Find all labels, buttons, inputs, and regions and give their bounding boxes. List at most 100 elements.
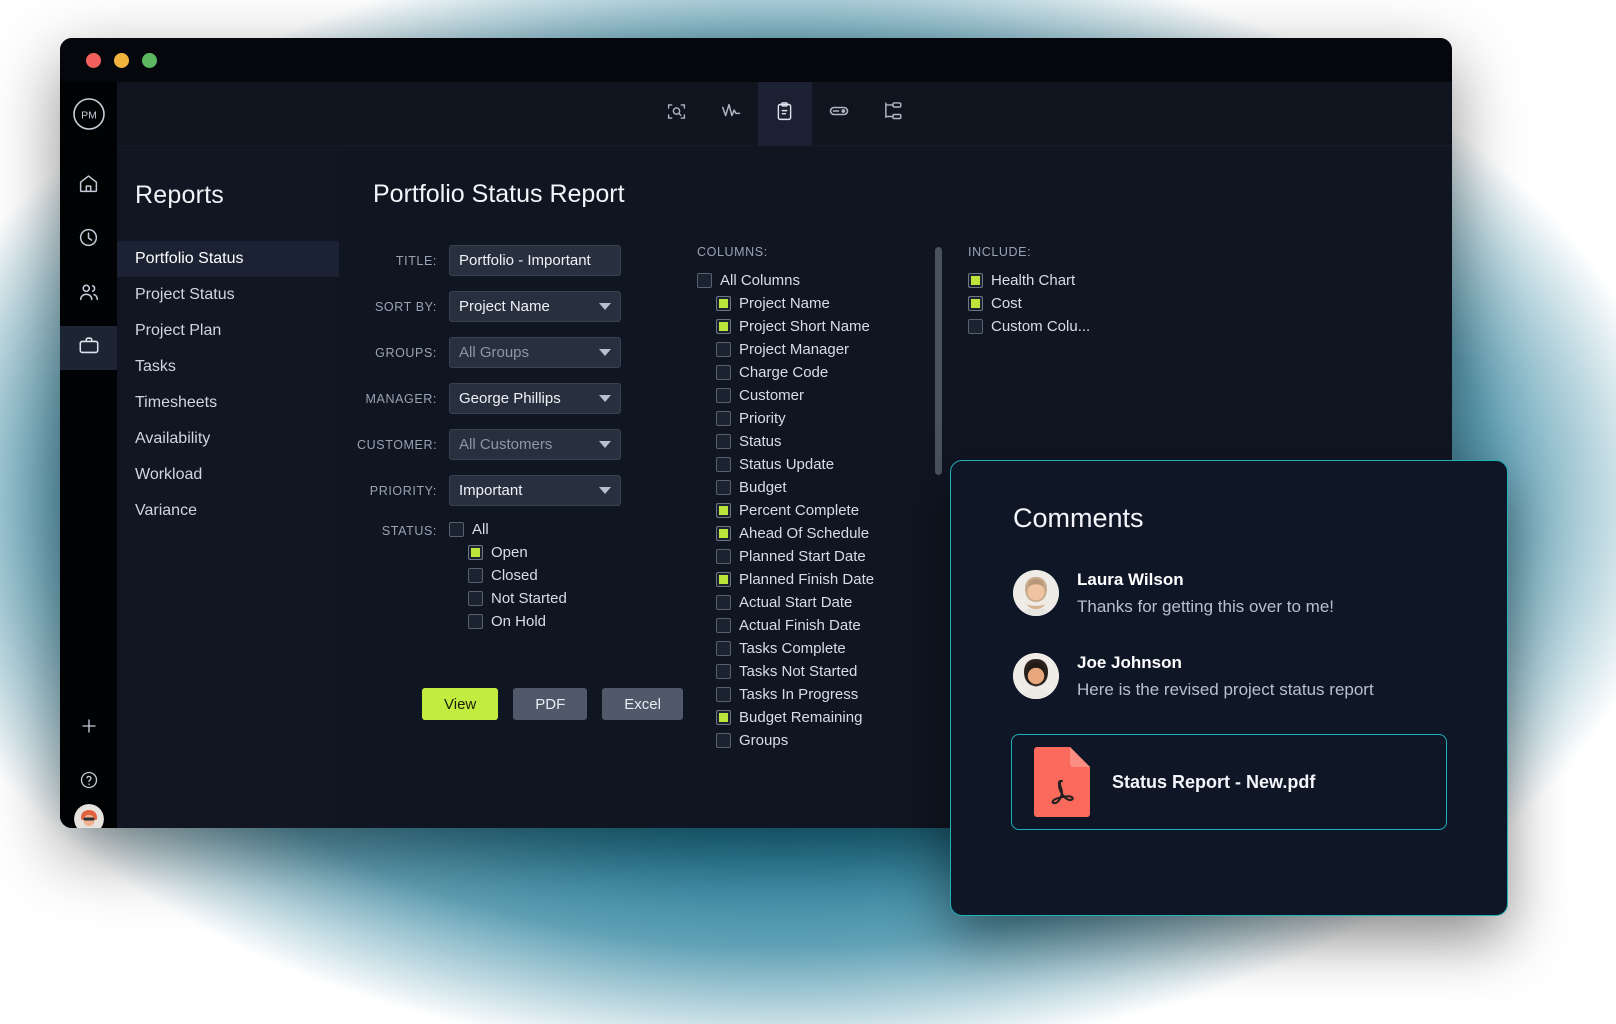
help-button[interactable] [60, 760, 117, 804]
avatar[interactable] [73, 804, 104, 828]
column-checkbox-status-update[interactable]: Status Update [716, 456, 899, 473]
field-customer-label: CUSTOMER: [357, 437, 438, 452]
minimize-window-button[interactable] [114, 52, 129, 68]
column-label: Project Manager [739, 341, 850, 358]
groups-select[interactable]: All Groups [449, 337, 621, 368]
reports-pane: Reports Portfolio Status Project Status … [117, 146, 339, 828]
toolbar-reports-button[interactable] [757, 81, 812, 146]
column-checkbox-all-columns[interactable]: All Columns [697, 272, 899, 289]
column-label: Tasks Complete [739, 640, 846, 657]
avatar[interactable] [1013, 653, 1059, 699]
checkbox-icon [716, 687, 731, 702]
checkbox-icon [716, 641, 731, 656]
customer-select[interactable]: All Customers [449, 429, 621, 460]
status-checkbox-open[interactable]: Open [468, 544, 567, 561]
sidebar-item-time[interactable] [60, 218, 117, 262]
field-groups-row: GROUPS: All Groups [357, 337, 639, 368]
checkbox-checked-icon [716, 710, 731, 725]
column-label: Status [739, 433, 782, 450]
column-checkbox-priority[interactable]: Priority [716, 410, 899, 427]
column-checkbox-charge-code[interactable]: Charge Code [716, 364, 899, 381]
report-item-project-plan[interactable]: Project Plan [117, 313, 339, 349]
column-checkbox-tasks-not-started[interactable]: Tasks Not Started [716, 663, 899, 680]
column-checkbox-percent-complete[interactable]: Percent Complete [716, 502, 899, 519]
column-checkbox-actual-start-date[interactable]: Actual Start Date [716, 594, 899, 611]
include-checkbox-cost[interactable]: Cost [968, 295, 1090, 312]
priority-select[interactable]: Important [449, 475, 621, 506]
attachment-card[interactable]: Status Report - New.pdf [1011, 734, 1447, 830]
column-label: Groups [739, 732, 789, 749]
chevron-down-icon [599, 395, 611, 402]
column-checkbox-budget-remaining[interactable]: Budget Remaining [716, 709, 899, 726]
field-title-row: TITLE: Portfolio - Important [357, 245, 639, 276]
maximize-window-button[interactable] [142, 52, 157, 68]
toolbar-scan-button[interactable] [650, 82, 704, 146]
activity-chart-icon [720, 100, 742, 127]
column-checkbox-project-short-name[interactable]: Project Short Name [716, 318, 899, 335]
report-item-timesheets[interactable]: Timesheets [117, 385, 339, 421]
column-label: Planned Finish Date [739, 571, 875, 588]
clock-icon [78, 227, 99, 253]
column-checkbox-project-name[interactable]: Project Name [716, 295, 899, 312]
column-checkbox-project-manager[interactable]: Project Manager [716, 341, 899, 358]
sortby-select[interactable]: Project Name [449, 291, 621, 322]
manager-select[interactable]: George Phillips [449, 383, 621, 414]
checkbox-icon [697, 273, 712, 288]
toolbar-toggle-button[interactable] [812, 82, 866, 146]
field-priority-row: PRIORITY: Important [357, 475, 639, 506]
column-label: Percent Complete [739, 502, 860, 519]
status-checkbox-not-started[interactable]: Not Started [468, 590, 567, 607]
close-window-button[interactable] [86, 52, 101, 68]
toolbar-hierarchy-button[interactable] [866, 82, 920, 146]
column-checkbox-ahead-of-schedule[interactable]: Ahead Of Schedule [716, 525, 899, 542]
sidebar-item-portfolio[interactable] [60, 326, 117, 370]
toolbar-activity-button[interactable] [704, 82, 758, 146]
report-item-variance[interactable]: Variance [117, 493, 339, 529]
comment-item: Laura Wilson Thanks for getting this ove… [951, 534, 1507, 617]
column-checkbox-planned-start-date[interactable]: Planned Start Date [716, 548, 899, 565]
include-checkbox-custom-columns[interactable]: Custom Colu... [968, 318, 1090, 335]
checkbox-checked-icon [968, 296, 983, 311]
title-input[interactable]: Portfolio - Important [449, 245, 621, 276]
column-checkbox-groups[interactable]: Groups [716, 732, 899, 749]
include-checkbox-health-chart[interactable]: Health Chart [968, 272, 1090, 289]
app-logo[interactable]: PM [60, 82, 117, 146]
status-checkbox-closed[interactable]: Closed [468, 567, 567, 584]
comment-author: Joe Johnson [1077, 653, 1182, 672]
checkbox-icon [716, 549, 731, 564]
sidebar-item-home[interactable] [60, 164, 117, 208]
column-checkbox-planned-finish-date[interactable]: Planned Finish Date [716, 571, 899, 588]
status-label-not-started: Not Started [491, 590, 567, 607]
columns-scrollbar[interactable] [935, 247, 942, 475]
column-checkbox-status[interactable]: Status [716, 433, 899, 450]
report-item-workload[interactable]: Workload [117, 457, 339, 493]
field-priority-label: PRIORITY: [369, 483, 437, 498]
status-checkbox-all[interactable]: All [449, 521, 567, 538]
pdf-button[interactable]: PDF [513, 688, 588, 720]
report-item-tasks[interactable]: Tasks [117, 349, 339, 385]
column-label: Status Update [739, 456, 835, 473]
comment-text: Thanks for getting this over to me! [1077, 597, 1335, 616]
report-item-portfolio-status[interactable]: Portfolio Status [117, 241, 339, 277]
column-label: Tasks Not Started [739, 663, 858, 680]
include-label: INCLUDE: [968, 245, 1032, 259]
avatar[interactable] [1013, 570, 1059, 616]
column-checkbox-budget[interactable]: Budget [716, 479, 899, 496]
column-checkbox-tasks-complete[interactable]: Tasks Complete [716, 640, 899, 657]
report-item-project-status[interactable]: Project Status [117, 277, 339, 313]
scrollbar-thumb[interactable] [935, 247, 942, 475]
status-label-on-hold: On Hold [491, 613, 547, 630]
columns-list: All Columns Project Name Project Short N… [697, 272, 899, 749]
status-checkbox-on-hold[interactable]: On Hold [468, 613, 567, 630]
column-checkbox-tasks-in-progress[interactable]: Tasks In Progress [716, 686, 899, 703]
column-checkbox-actual-finish-date[interactable]: Actual Finish Date [716, 617, 899, 634]
view-button[interactable]: View [422, 688, 499, 720]
sidebar-item-team[interactable] [60, 272, 117, 316]
clipboard-report-icon [774, 101, 795, 127]
add-button[interactable] [60, 706, 117, 750]
column-checkbox-customer[interactable]: Customer [716, 387, 899, 404]
window-titlebar [60, 38, 1452, 82]
field-sortby-label: SORT BY: [374, 299, 437, 314]
comments-panel: Comments Laura Wilson Thanks for getting… [950, 460, 1508, 916]
report-item-availability[interactable]: Availability [117, 421, 339, 457]
